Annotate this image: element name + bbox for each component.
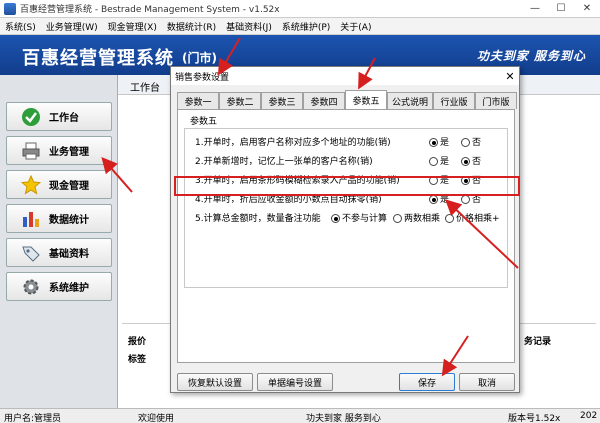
sidebar-item-label: 工作台 (49, 113, 79, 124)
radio-icon (429, 157, 438, 166)
setting-row-5-option-1[interactable]: 不参与计算 (331, 211, 387, 224)
option-label: 否 (472, 138, 482, 148)
sidebar-item-workbench[interactable]: 工作台 (6, 102, 112, 131)
tab-workbench[interactable]: 工作台 (130, 79, 160, 94)
bar-chart-icon (21, 209, 41, 229)
setting-row-1-no[interactable]: 否 (461, 135, 481, 148)
tab-param-3[interactable]: 参数三 (261, 92, 303, 109)
setting-row-5-label: 5.计算总金额时，数量备注功能 (195, 214, 321, 224)
gear-icon (21, 277, 41, 297)
radio-icon (461, 157, 470, 166)
sidebar-item-label: 现金管理 (49, 181, 89, 192)
tab-param-1[interactable]: 参数一 (177, 92, 219, 109)
sidebar-item-label: 系统维护 (49, 283, 89, 294)
menu-stats[interactable]: 数据统计(R) (162, 20, 221, 33)
status-date: 202 (580, 411, 598, 421)
tab-param-4[interactable]: 参数四 (303, 92, 345, 109)
menu-cash[interactable]: 现金管理(X) (103, 20, 162, 33)
tab-store[interactable]: 门市版 (475, 92, 517, 109)
menu-system[interactable]: 系统(S) (0, 20, 41, 33)
tab-param-2[interactable]: 参数二 (219, 92, 261, 109)
minimize-button[interactable]: — (522, 0, 548, 18)
window-title: 百惠经营管理系统 - Bestrade Management System - … (20, 5, 280, 15)
dialog-title: 销售参数设置 (175, 72, 230, 83)
tab-formula[interactable]: 公式说明 (387, 92, 433, 109)
option-label: 否 (472, 195, 482, 205)
option-label: 否 (472, 157, 482, 167)
label-link[interactable]: 标签 (128, 352, 146, 365)
option-label: 价格相乘+ (456, 214, 500, 224)
radio-icon (461, 138, 470, 147)
dialog-titlebar: 销售参数设置 ✕ (171, 67, 519, 85)
reset-defaults-button[interactable]: 恢复默认设置 (177, 373, 253, 391)
setting-row-2-label: 2.开单新增时，记忆上一张单的客户名称(销) (195, 157, 373, 167)
star-icon (21, 174, 41, 195)
highlight-box (174, 176, 520, 196)
setting-row-1-yes[interactable]: 是 (429, 135, 449, 148)
sidebar-item-label: 基础资料 (49, 249, 89, 260)
radio-icon (331, 214, 340, 223)
option-label: 不参与计算 (342, 214, 388, 224)
dialog-tabs: 参数一 参数二 参数三 参数四 参数五 公式说明 行业版 门市版 (177, 90, 517, 109)
check-icon (21, 107, 41, 127)
radio-icon (429, 195, 438, 204)
status-welcome: 欢迎使用 (138, 414, 175, 423)
sidebar-item-cash[interactable]: 现金管理 (6, 170, 112, 199)
app-edition: (门市) (182, 51, 217, 65)
app-slogan: 功夫到家 服务到心 (476, 49, 586, 63)
setting-row-2-no[interactable]: 否 (461, 154, 481, 167)
dialog-close-icon[interactable]: ✕ (501, 70, 519, 83)
status-version: 版本号1.52x (508, 414, 561, 423)
sidebar: 工作台 业务管理 现金管理 数据统计 基础资料 系统维护 (0, 75, 118, 408)
app-icon (4, 2, 16, 15)
menu-maintenance[interactable]: 系统维护(P) (277, 20, 335, 33)
radio-icon (445, 214, 454, 223)
menu-bar: 系统(S) 业务管理(W) 现金管理(X) 数据统计(R) 基础资料(J) 系统… (0, 18, 600, 35)
tag-icon (21, 243, 41, 263)
cancel-button[interactable]: 取消 (459, 373, 515, 391)
menu-about[interactable]: 关于(A) (335, 20, 376, 33)
tab-param-5[interactable]: 参数五 (345, 90, 387, 109)
option-label: 是 (440, 138, 450, 148)
menu-basic-data[interactable]: 基础资料(J) (221, 20, 277, 33)
group-title: 参数五 (188, 114, 220, 127)
option-label: 是 (440, 195, 450, 205)
radio-icon (429, 138, 438, 147)
printer-icon (21, 141, 41, 161)
param-group: 1.开单时，启用客户名称对应多个地址的功能(销) 是 否 2.开单新增时，记忆上… (184, 128, 508, 288)
sidebar-item-label: 业务管理 (49, 147, 89, 158)
sidebar-item-label: 数据统计 (49, 215, 89, 226)
save-button[interactable]: 保存 (399, 373, 455, 391)
status-slogan: 功夫到家 服务到心 (306, 414, 381, 423)
close-button[interactable]: ✕ (574, 0, 600, 18)
setting-row-5-option-3[interactable]: 价格相乘+ (445, 211, 500, 224)
status-bar: 用户名:管理员 欢迎使用 功夫到家 服务到心 版本号1.52x 202 (0, 408, 600, 423)
setting-row-1-label: 1.开单时，启用客户名称对应多个地址的功能(销) (195, 138, 391, 148)
radio-icon (461, 195, 470, 204)
quote-link[interactable]: 报价 (128, 334, 146, 347)
sidebar-item-business[interactable]: 业务管理 (6, 136, 112, 165)
sidebar-item-basic-data[interactable]: 基础资料 (6, 238, 112, 267)
tab-industry[interactable]: 行业版 (433, 92, 475, 109)
status-user: 用户名:管理员 (4, 414, 62, 423)
sidebar-item-maintenance[interactable]: 系统维护 (6, 272, 112, 301)
document-numbering-button[interactable]: 单据编号设置 (257, 373, 333, 391)
records-link[interactable]: 务记录 (524, 334, 551, 347)
option-label: 是 (440, 157, 450, 167)
window-titlebar: 百惠经营管理系统 - Bestrade Management System - … (0, 0, 600, 18)
menu-business[interactable]: 业务管理(W) (41, 20, 103, 33)
sales-settings-dialog: 销售参数设置 ✕ 参数一 参数二 参数三 参数四 参数五 公式说明 行业版 门市… (170, 66, 520, 393)
maximize-button[interactable]: ☐ (548, 0, 574, 18)
setting-row-2-yes[interactable]: 是 (429, 154, 449, 167)
app-name: 百惠经营管理系统 (22, 48, 174, 69)
radio-icon (393, 214, 402, 223)
tab-body: 参数五 1.开单时，启用客户名称对应多个地址的功能(销) 是 否 2.开单新增时… (177, 109, 515, 363)
option-label: 两数相乘 (404, 214, 441, 224)
setting-row-5-option-2[interactable]: 两数相乘 (393, 211, 440, 224)
sidebar-item-stats[interactable]: 数据统计 (6, 204, 112, 233)
